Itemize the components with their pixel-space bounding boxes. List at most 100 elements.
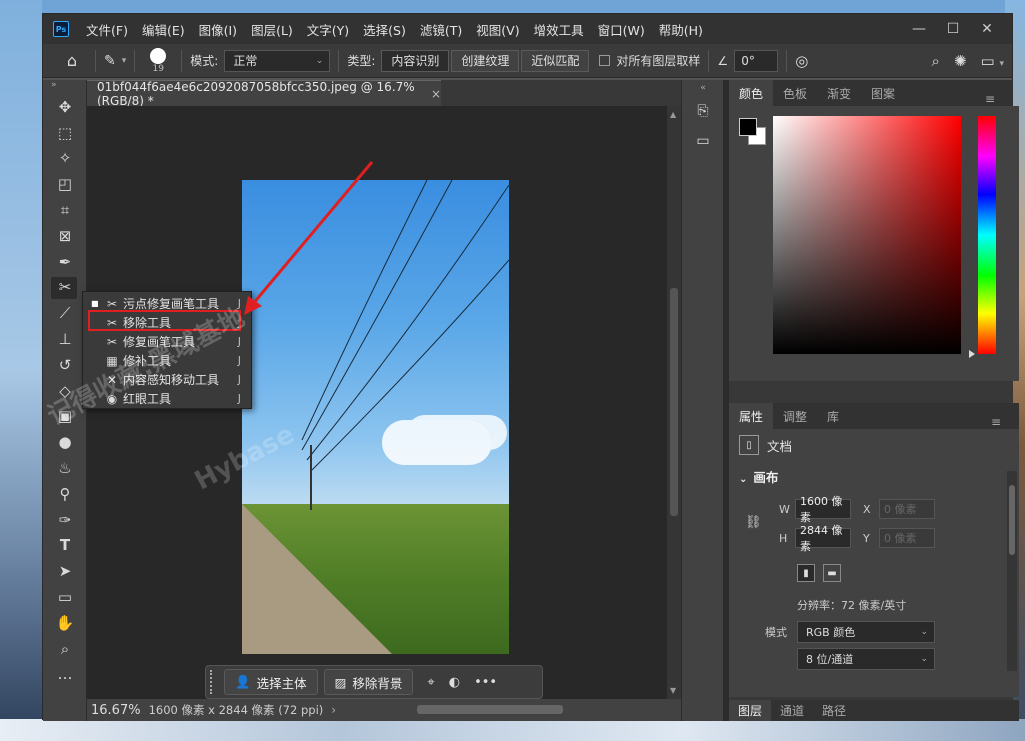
type-tool[interactable]: T	[43, 533, 87, 559]
hue-slider[interactable]	[978, 116, 996, 354]
document-tab[interactable]: 01bf044f6ae4e6c2092087058bfcc350.jpeg @ …	[87, 80, 441, 108]
blur-tool[interactable]: ●	[43, 429, 87, 455]
home-icon[interactable]: ⌂	[57, 48, 87, 74]
landscape-icon[interactable]: ▬	[823, 564, 841, 582]
crop-tool[interactable]: ⌗	[43, 197, 87, 223]
y-input[interactable]: 0 像素	[879, 528, 935, 548]
comments-icon[interactable]: ▭	[682, 126, 724, 156]
props-menu-icon[interactable]: ≡	[981, 409, 1011, 435]
maximize-button[interactable]: ☐	[936, 21, 970, 37]
brush-tool[interactable]: ⟋	[43, 300, 87, 326]
more-options-icon[interactable]: •••	[474, 675, 497, 690]
menu-view[interactable]: 视图(V)	[469, 20, 526, 39]
discover-icon[interactable]: ✺	[954, 52, 967, 70]
menu-file[interactable]: 文件(F)	[79, 20, 135, 39]
menu-image[interactable]: 图像(I)	[192, 20, 244, 39]
adjust-icon[interactable]: ◐	[449, 675, 460, 690]
status-menu-arrow[interactable]: ›	[331, 703, 336, 717]
tab-swatches[interactable]: 色板	[773, 80, 817, 106]
photo-canvas[interactable]	[242, 180, 509, 654]
tab-adjustments[interactable]: 调整	[773, 403, 817, 429]
type-proximity-match[interactable]: 近似匹配	[521, 49, 590, 72]
smudge-tool[interactable]: ⚲	[43, 481, 87, 507]
tab-paths[interactable]: 路径	[813, 700, 855, 721]
drag-handle[interactable]	[210, 670, 218, 694]
pen-tool[interactable]: ✑	[43, 507, 87, 533]
foreground-color[interactable]	[739, 118, 757, 136]
menu-plugins[interactable]: 增效工具	[527, 20, 591, 39]
remove-background-button[interactable]: ▨ 移除背景	[323, 669, 414, 695]
color-field[interactable]	[773, 116, 961, 354]
sample-all-checkbox[interactable]	[599, 55, 611, 66]
shape-tool[interactable]: ▭	[43, 584, 87, 610]
brush-picker[interactable]: 19	[143, 47, 173, 74]
menu-select[interactable]: 选择(S)	[356, 20, 413, 39]
tab-channels[interactable]: 通道	[771, 700, 813, 721]
props-scrollbar[interactable]	[1007, 471, 1017, 671]
type-content-aware[interactable]: 内容识别	[381, 49, 450, 72]
path-select-tool[interactable]: ➤	[43, 558, 87, 584]
menu-layer[interactable]: 图层(L)	[244, 20, 300, 39]
workspace-icon[interactable]: ▭ ▾	[981, 52, 1004, 70]
menu-type[interactable]: 文字(Y)	[300, 20, 356, 39]
minimize-button[interactable]: —	[902, 21, 936, 37]
props-scroll-thumb[interactable]	[1009, 485, 1015, 555]
scroll-down-icon[interactable]: ▼	[670, 686, 676, 695]
object-select-tool[interactable]: ◰	[43, 171, 87, 197]
portrait-icon[interactable]: ▮	[797, 564, 815, 582]
mode-select[interactable]: 正常 ⌄	[224, 49, 331, 72]
tools-collapse-icon[interactable]: »	[43, 80, 86, 94]
marquee-tool[interactable]: ⬚	[43, 120, 87, 146]
close-tab-icon[interactable]: ×	[431, 87, 441, 101]
transform-icon[interactable]: ⌖	[427, 675, 434, 690]
horizontal-scrollbar[interactable]	[417, 705, 563, 714]
menu-help[interactable]: 帮助(H)	[652, 20, 710, 39]
zoom-level[interactable]: 16.67%	[91, 703, 141, 718]
move-tool[interactable]: ✥	[43, 94, 87, 120]
scroll-thumb[interactable]	[670, 288, 678, 516]
pressure-icon[interactable]: ◎	[795, 52, 808, 70]
frame-tool[interactable]: ⊠	[43, 223, 87, 249]
healing-tool[interactable]: ✂	[43, 275, 87, 301]
tab-layers[interactable]: 图层	[729, 700, 772, 721]
history-icon[interactable]: ⎘	[682, 96, 724, 126]
link-icon[interactable]: ⛓	[745, 515, 762, 530]
angle-input[interactable]: 0°	[734, 49, 779, 72]
history-brush-tool[interactable]: ↺	[43, 352, 87, 378]
tab-patterns[interactable]: 图案	[861, 80, 905, 106]
history-brush-icon: ↺	[58, 355, 72, 374]
scroll-up-icon[interactable]: ▲	[670, 110, 676, 119]
x-input[interactable]: 0 像素	[879, 499, 935, 519]
width-input[interactable]: 1600 像素	[795, 495, 851, 524]
tab-color[interactable]: 颜色	[729, 80, 774, 106]
more-tools[interactable]: …	[43, 662, 87, 688]
menu-window[interactable]: 窗口(W)	[591, 20, 652, 39]
type-create-texture[interactable]: 创建纹理	[451, 49, 520, 72]
tab-gradients[interactable]: 渐变	[817, 80, 861, 106]
hand-tool[interactable]: ✋	[43, 610, 87, 636]
tab-libraries[interactable]: 库	[817, 403, 849, 429]
search-icon[interactable]: ⌕	[932, 52, 940, 70]
divider	[134, 49, 136, 72]
dodge-tool[interactable]: ♨	[43, 455, 87, 481]
sample-all-layers[interactable]: 对所有图层取样	[599, 52, 700, 69]
color-mode-select[interactable]: RGB 颜色 ⌄	[797, 621, 935, 643]
hue-marker-icon[interactable]	[969, 350, 975, 358]
vertical-scrollbar[interactable]: ▲ ▼	[667, 106, 681, 699]
dock-collapse-icon[interactable]: «	[682, 80, 724, 96]
close-window-button[interactable]: ✕	[970, 21, 1004, 37]
bit-depth-select[interactable]: 8 位/通道 ⌄	[797, 648, 935, 670]
tool-preset-picker[interactable]: ✎ ▾	[104, 53, 126, 69]
person-icon: 👤	[235, 674, 251, 689]
canvas-section[interactable]: ⌄ 画布	[729, 467, 1019, 486]
menu-edit[interactable]: 编辑(E)	[135, 20, 192, 39]
stamp-tool[interactable]: ⊥	[43, 326, 87, 352]
zoom-tool[interactable]: ⌕	[43, 636, 87, 662]
quick-select-tool[interactable]: ✧	[43, 146, 87, 172]
menu-filter[interactable]: 滤镜(T)	[413, 20, 469, 39]
tab-properties[interactable]: 属性	[729, 403, 774, 429]
height-input[interactable]: 2844 像素	[795, 524, 851, 553]
select-subject-button[interactable]: 👤 选择主体	[224, 669, 318, 695]
eyedropper-tool[interactable]: ✒	[43, 249, 87, 275]
mode-label: 模式:	[190, 54, 219, 68]
